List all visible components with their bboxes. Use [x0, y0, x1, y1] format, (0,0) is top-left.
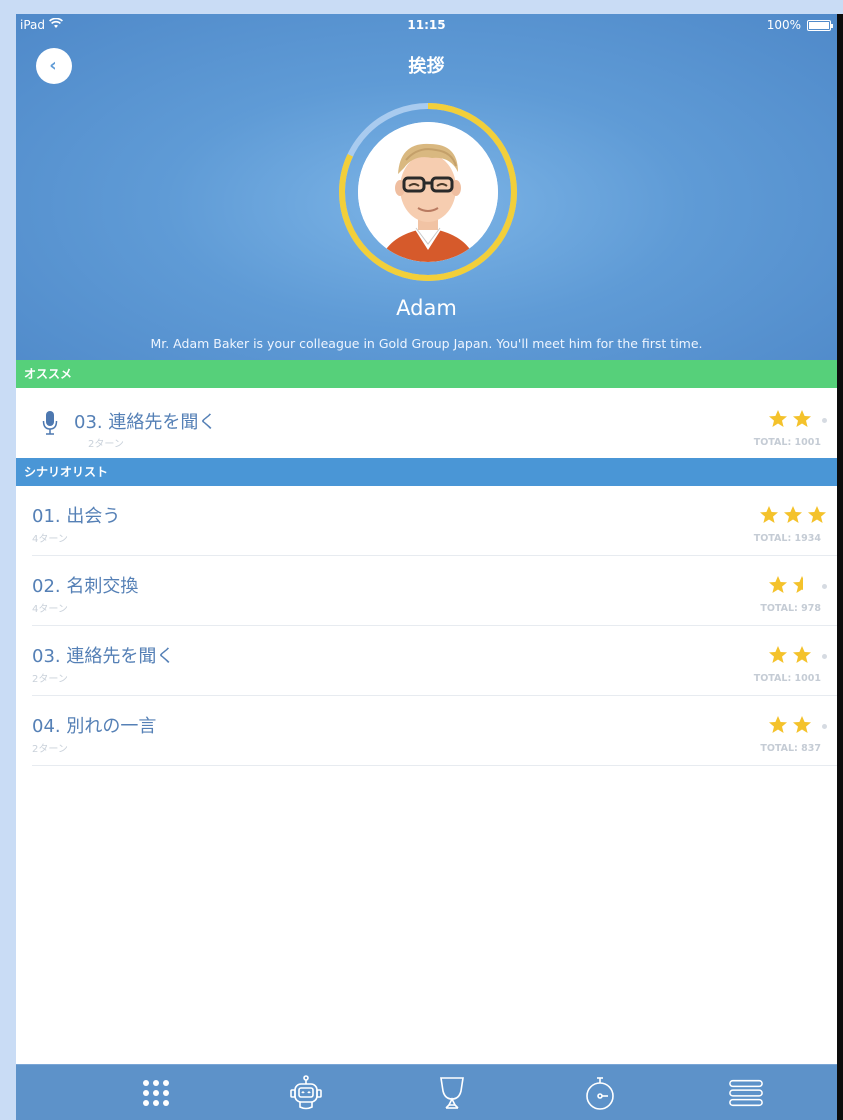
star-full-icon — [759, 505, 779, 528]
item-turns: 4ターン — [32, 534, 68, 545]
item-total: TOTAL: 1934 — [753, 533, 821, 544]
scenario-item[interactable]: 03. 連絡先を聞く 2ターン TOTAL: 1001 — [16, 626, 837, 696]
star-empty-dot-icon — [822, 724, 827, 729]
star-rating — [768, 409, 827, 432]
status-bar: iPad 11:15 100% — [16, 17, 837, 38]
item-title: 03. 連絡先を聞く — [74, 412, 217, 433]
star-empty-dot-icon — [822, 654, 827, 659]
menu-icon — [729, 1079, 763, 1107]
tab-menu[interactable] — [728, 1075, 764, 1111]
item-turns: 4ターン — [32, 604, 68, 615]
star-full-icon — [768, 575, 788, 598]
item-total: TOTAL: 1001 — [753, 673, 821, 684]
battery-icon — [807, 19, 833, 31]
tab-grid[interactable] — [138, 1075, 174, 1111]
star-rating — [768, 645, 827, 668]
star-full-icon — [792, 409, 812, 432]
star-rating — [768, 715, 827, 738]
battery-percent: 100% — [766, 18, 801, 32]
scenario-item[interactable]: 02. 名刺交換 4ターン TOTAL: 978 — [16, 556, 837, 626]
status-time: 11:15 — [407, 18, 446, 32]
star-rating — [768, 575, 827, 598]
star-full-icon — [768, 715, 788, 738]
star-full-icon — [768, 409, 788, 432]
section-recommended: オススメ — [16, 360, 837, 388]
star-half-icon — [792, 575, 812, 598]
frame-edge — [837, 14, 843, 1120]
star-full-icon — [783, 505, 803, 528]
tab-bar — [16, 1064, 837, 1120]
page-title: 挨拶 — [408, 56, 445, 77]
scenario-item[interactable]: 04. 別れの一言 2ターン TOTAL: 837 — [16, 696, 837, 766]
item-title: 02. 名刺交換 — [32, 576, 139, 597]
item-title: 04. 別れの一言 — [32, 716, 157, 737]
star-full-icon — [792, 715, 812, 738]
star-empty-dot-icon — [822, 584, 827, 589]
item-turns: 2ターン — [32, 674, 68, 685]
item-total: TOTAL: 1001 — [753, 437, 821, 448]
character-description: Mr. Adam Baker is your colleague in Gold… — [150, 336, 703, 351]
app-screen: iPad 11:15 100% ‹ 挨拶 Adam Mr. Adam Baker… — [16, 14, 837, 1120]
tab-stopwatch[interactable] — [582, 1075, 618, 1111]
avatar-image — [358, 122, 498, 262]
item-title: 01. 出会う — [32, 506, 121, 527]
trophy-icon — [440, 1077, 464, 1109]
microphone-icon — [42, 411, 58, 435]
section-scenario-list: シナリオリスト — [16, 458, 837, 486]
tab-trophy[interactable] — [434, 1075, 470, 1111]
star-full-icon — [768, 645, 788, 668]
item-total: TOTAL: 837 — [760, 743, 821, 754]
star-empty-dot-icon — [822, 418, 827, 423]
item-total: TOTAL: 978 — [760, 603, 821, 614]
item-turns: 2ターン — [88, 439, 124, 450]
character-name: Adam — [396, 296, 457, 320]
item-title: 03. 連絡先を聞く — [32, 646, 175, 667]
item-turns: 2ターン — [32, 744, 68, 755]
star-full-icon — [792, 645, 812, 668]
row-divider — [32, 765, 837, 766]
star-full-icon — [807, 505, 827, 528]
star-rating — [759, 505, 827, 528]
scenario-header: iPad 11:15 100% ‹ 挨拶 Adam Mr. Adam Baker… — [16, 14, 837, 360]
grid-icon — [143, 1080, 169, 1106]
avatar — [358, 122, 498, 262]
robot-icon — [290, 1075, 322, 1110]
tab-robot[interactable] — [288, 1075, 324, 1111]
recommended-item[interactable]: 03. 連絡先を聞く 2ターン TOTAL: 1001 — [16, 388, 837, 458]
stopwatch-icon — [586, 1077, 614, 1110]
scenario-item[interactable]: 01. 出会う 4ターン TOTAL: 1934 — [16, 486, 837, 556]
